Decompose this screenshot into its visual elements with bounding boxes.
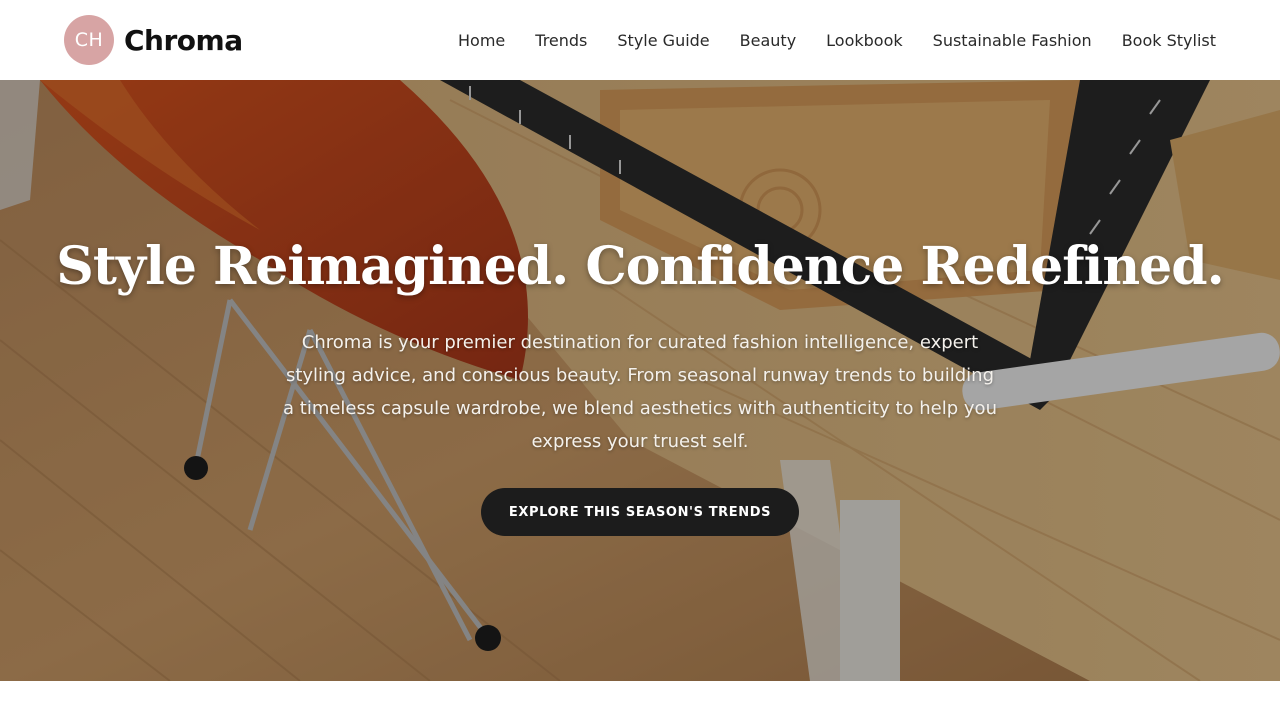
brand-name: Chroma [124,23,243,57]
hero-title: Style Reimagined. Confidence Redefined. [56,236,1224,297]
nav-item-book-stylist[interactable]: Book Stylist [1122,31,1216,50]
hero-section: Style Reimagined. Confidence Redefined. … [0,80,1280,681]
nav-item-trends[interactable]: Trends [535,31,587,50]
nav-item-lookbook[interactable]: Lookbook [826,31,902,50]
content-area [0,681,1280,720]
site-header: CH Chroma Home Trends Style Guide Beauty… [0,0,1280,80]
hero-description: Chroma is your premier destination for c… [283,332,997,452]
main-nav: Home Trends Style Guide Beauty Lookbook … [458,31,1216,50]
hero-content: Style Reimagined. Confidence Redefined. … [0,80,1280,681]
explore-trends-button[interactable]: EXPLORE THIS SEASON'S TRENDS [480,488,800,536]
nav-item-beauty[interactable]: Beauty [740,31,797,50]
nav-item-style-guide[interactable]: Style Guide [617,31,709,50]
nav-item-home[interactable]: Home [458,31,505,50]
brand-logo-link[interactable]: CH Chroma [64,15,243,65]
brand-monogram: CH [64,15,114,65]
nav-item-sustainable-fashion[interactable]: Sustainable Fashion [933,31,1092,50]
